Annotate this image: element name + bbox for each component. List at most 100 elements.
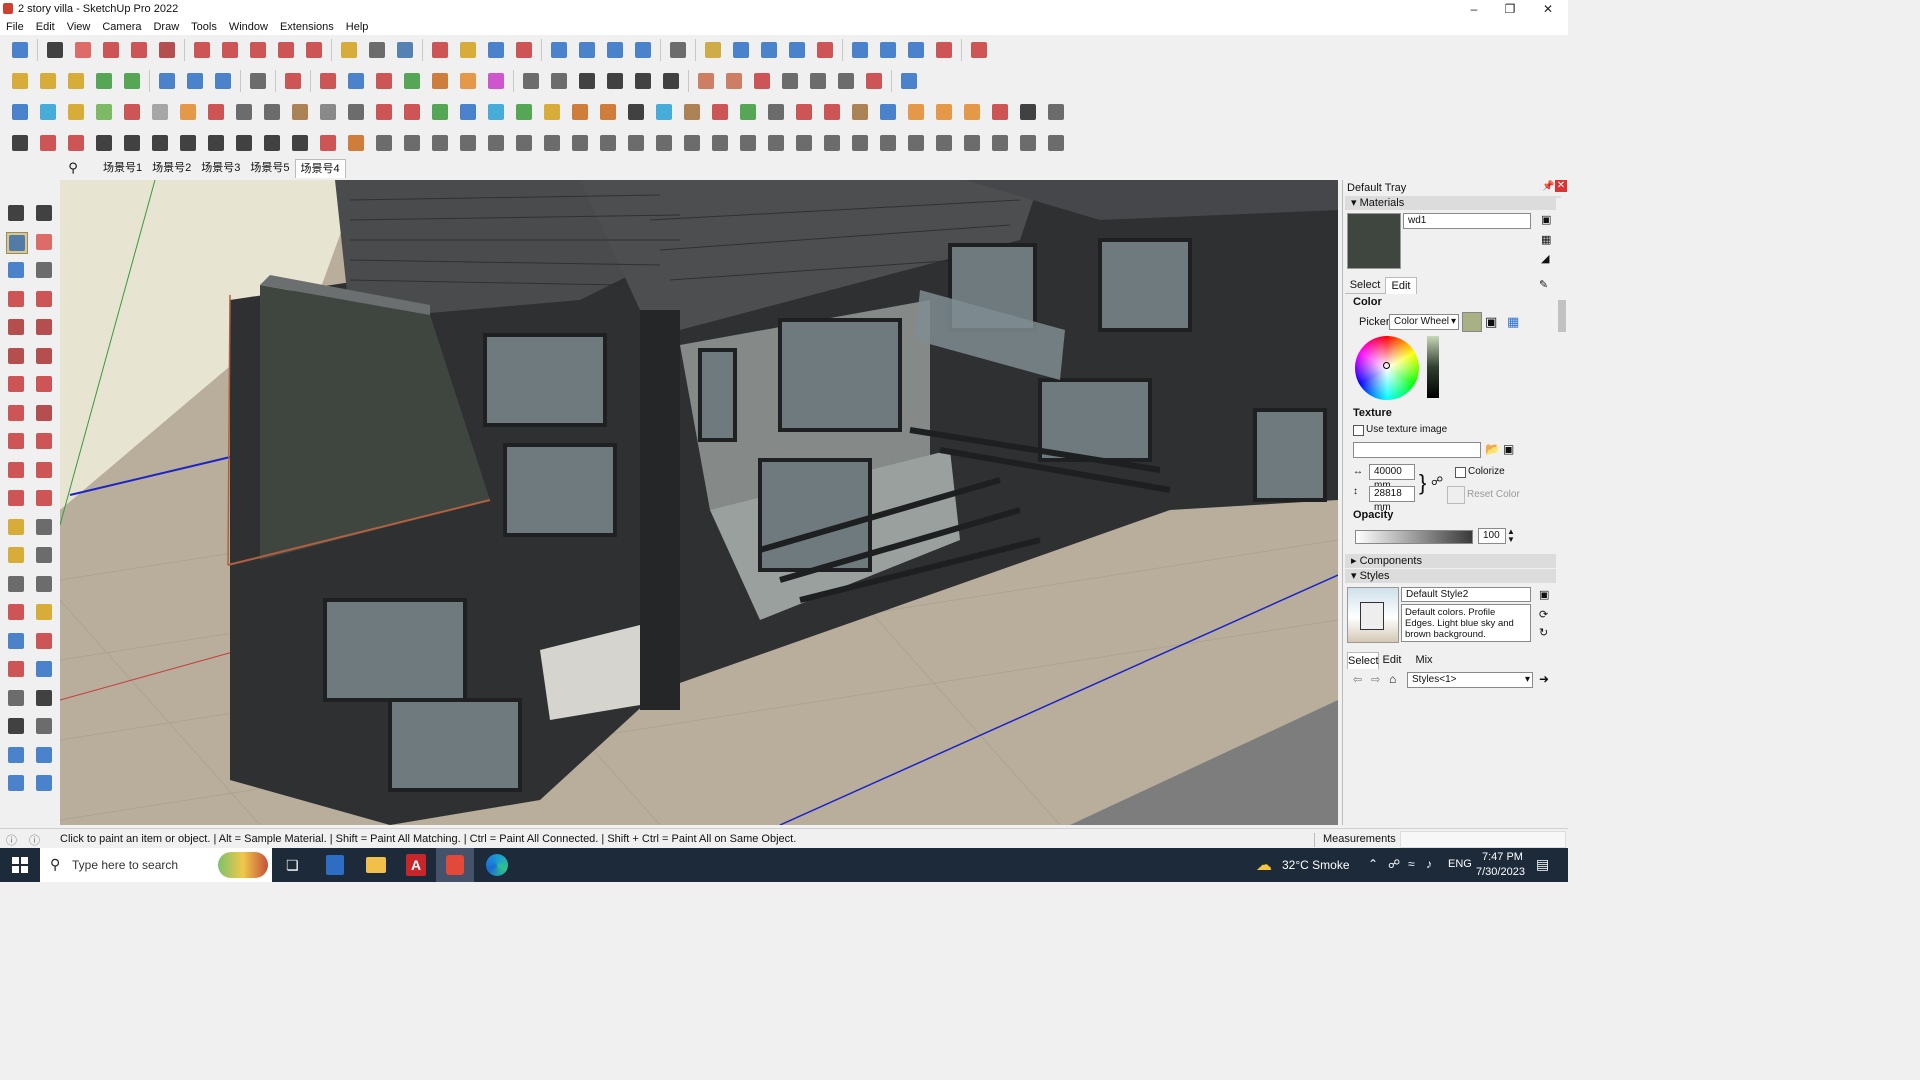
dimension-tool-icon[interactable]: [34, 517, 54, 537]
fence-icon[interactable]: [877, 132, 899, 154]
push-icon[interactable]: [282, 70, 304, 92]
spring-icon[interactable]: [233, 132, 255, 154]
menu-draw[interactable]: Draw: [147, 21, 185, 33]
eraser-icon[interactable]: [34, 232, 54, 252]
display-secondary-pane-icon[interactable]: ◢: [1541, 252, 1549, 265]
tray-close-icon[interactable]: ✕: [1555, 180, 1567, 192]
layer-red-icon[interactable]: [121, 101, 143, 123]
slice-icon[interactable]: [597, 132, 619, 154]
up-arrow-icon[interactable]: [786, 39, 808, 61]
minimize-button[interactable]: –: [1456, 0, 1492, 18]
spiral-icon[interactable]: [625, 101, 647, 123]
opacity-spinner[interactable]: ▲ ▼: [1507, 528, 1515, 544]
menu-file[interactable]: File: [0, 21, 30, 33]
box-icon[interactable]: [681, 101, 703, 123]
axes-tool-icon[interactable]: [6, 574, 26, 594]
wood-icon[interactable]: [289, 101, 311, 123]
match-color-model-icon[interactable]: ▣: [1485, 314, 1497, 330]
edge-browser-icon[interactable]: [486, 854, 508, 876]
pencil-icon[interactable]: [100, 39, 122, 61]
front-view-icon[interactable]: [576, 70, 598, 92]
rectangle-tool-icon[interactable]: [6, 317, 26, 337]
outer-shell-icon[interactable]: [93, 70, 115, 92]
cross-green-icon[interactable]: [429, 101, 451, 123]
details-arrow-icon[interactable]: ➜: [1539, 672, 1549, 686]
layer-yellow-icon[interactable]: [65, 101, 87, 123]
panel-icon[interactable]: [765, 132, 787, 154]
texture-height-field[interactable]: 28818 mm: [1369, 486, 1415, 513]
path-icon[interactable]: [65, 132, 87, 154]
solid-icon[interactable]: [65, 70, 87, 92]
edit-texture-icon[interactable]: ▣: [1503, 442, 1514, 456]
push-pull-tool-icon[interactable]: [34, 431, 54, 451]
paint-bucket-default-icon[interactable]: ▦: [1541, 233, 1551, 246]
fan-icon[interactable]: [625, 132, 647, 154]
stairs-icon[interactable]: [569, 132, 591, 154]
menu-tools[interactable]: Tools: [185, 21, 223, 33]
two-point-arc-icon[interactable]: [34, 374, 54, 394]
cross-red-icon[interactable]: [401, 101, 423, 123]
left-view-icon[interactable]: [660, 70, 682, 92]
red-box-icon[interactable]: [205, 101, 227, 123]
text-tool-icon[interactable]: [34, 545, 54, 565]
pipe-icon[interactable]: [317, 101, 339, 123]
user-icon[interactable]: [667, 39, 689, 61]
opacity-value-field[interactable]: 100: [1478, 528, 1506, 544]
box-red-icon[interactable]: [793, 101, 815, 123]
create-material-icon[interactable]: ▣: [1541, 213, 1551, 226]
drape-icon[interactable]: [632, 39, 654, 61]
gear-icon[interactable]: [121, 132, 143, 154]
reset-color-swatch[interactable]: [1447, 486, 1465, 504]
iso-view-icon[interactable]: [520, 70, 542, 92]
zoom-extents-tool-icon[interactable]: [6, 659, 26, 679]
corner2-icon[interactable]: [289, 132, 311, 154]
zoom-tool-icon[interactable]: [6, 631, 26, 651]
undo-icon[interactable]: [905, 39, 927, 61]
menu-edit[interactable]: Edit: [30, 21, 61, 33]
curve-icon[interactable]: [177, 101, 199, 123]
tag-tool-icon[interactable]: [34, 260, 54, 280]
warning-icon[interactable]: [541, 101, 563, 123]
styles-tab-mix[interactable]: Mix: [1411, 652, 1437, 668]
top-view-icon[interactable]: [548, 70, 570, 92]
orbit-small-icon[interactable]: [34, 203, 54, 223]
layer-blue-icon[interactable]: [9, 101, 31, 123]
tray-scrollbar[interactable]: [1556, 198, 1568, 823]
materials-tab-select[interactable]: Select: [1345, 277, 1385, 294]
volume-icon[interactable]: ♪: [1426, 857, 1432, 871]
arrow-x-icon[interactable]: [457, 70, 479, 92]
line-node-icon[interactable]: [9, 132, 31, 154]
arrow-down-icon[interactable]: [317, 70, 339, 92]
sphere-icon[interactable]: [933, 132, 955, 154]
menu-extensions[interactable]: Extensions: [274, 21, 340, 33]
notifications-icon[interactable]: ▤: [1536, 856, 1549, 873]
grid-icon[interactable]: [233, 101, 255, 123]
previous-view-icon[interactable]: [34, 659, 54, 679]
browse-folder-icon[interactable]: 📂: [1485, 442, 1500, 456]
offset-icon[interactable]: [247, 70, 269, 92]
shape-icon[interactable]: [149, 132, 171, 154]
scissors-icon[interactable]: [93, 132, 115, 154]
cube-outline-icon[interactable]: [1045, 132, 1067, 154]
scene-tab[interactable]: 场景号2: [147, 159, 196, 177]
section-cut-icon[interactable]: [184, 70, 206, 92]
cone2-icon[interactable]: [401, 132, 423, 154]
forward-arrow-icon[interactable]: ⇨: [1371, 673, 1380, 686]
fan2-icon[interactable]: [653, 132, 675, 154]
pin-icon[interactable]: 📌: [1542, 181, 1554, 192]
windows-start-icon[interactable]: [12, 857, 28, 873]
scene-tab[interactable]: 场景号1: [98, 159, 147, 177]
orbit-tool-icon[interactable]: [6, 602, 26, 622]
update-style-icon[interactable]: ⟳: [1539, 608, 1548, 621]
component-icon[interactable]: [9, 70, 31, 92]
layer-gray-icon[interactable]: [149, 101, 171, 123]
loop-icon[interactable]: [569, 101, 591, 123]
wall-icon[interactable]: [709, 132, 731, 154]
add-location-icon[interactable]: [702, 39, 724, 61]
shaded-icon[interactable]: [807, 70, 829, 92]
scale-icon[interactable]: [303, 39, 325, 61]
push-pull-icon[interactable]: [191, 39, 213, 61]
geolocation-icon[interactable]: ⓘ: [6, 832, 17, 848]
tile-icon[interactable]: [961, 101, 983, 123]
colorize-checkbox[interactable]: [1455, 467, 1466, 478]
